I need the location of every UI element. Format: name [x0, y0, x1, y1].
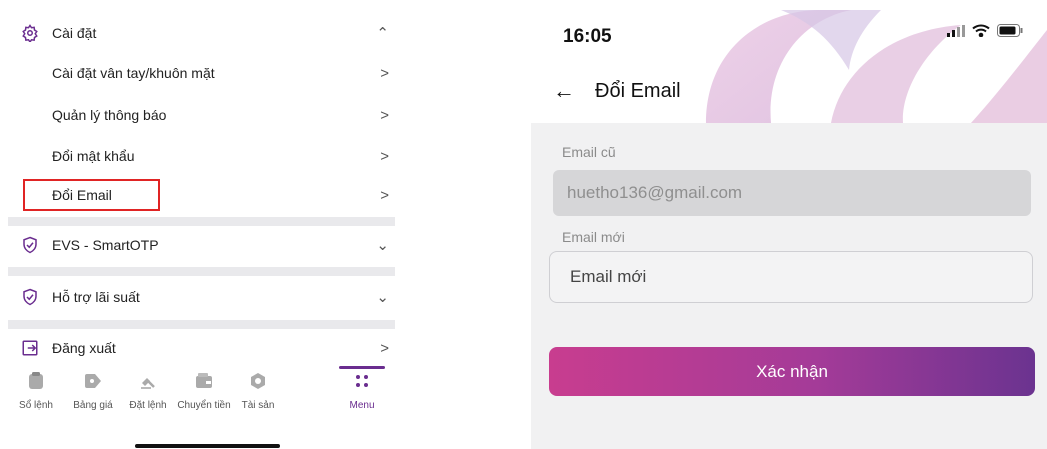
change-email-screen: 16:05 ← Đổi Email Email cũ huetho136@gma… [531, 10, 1047, 449]
menu-item-label: Quản lý thông báo [52, 107, 167, 123]
chevron-right-icon: > [380, 106, 389, 124]
support-section-label: Hỗ trợ lãi suất [52, 289, 140, 305]
menu-item-label: Cài đặt vân tay/khuôn mặt [52, 65, 215, 81]
wallet-icon [174, 370, 234, 392]
nav-tab-label: Menu [349, 400, 375, 411]
nav-tab-label: Chuyển tiền [177, 400, 231, 411]
nav-tab-order-book[interactable]: Sổ lệnh [6, 370, 66, 411]
settings-section-header[interactable]: Cài đặt ⌃ [8, 20, 395, 46]
back-arrow-icon[interactable]: ← [553, 78, 575, 104]
nav-tab-label: Tài sản [241, 400, 275, 411]
menu-item-label: Đổi mật khẩu [52, 148, 135, 164]
settings-section-label: Cài đặt [52, 25, 97, 41]
clipboard-icon [6, 370, 66, 392]
logout-item[interactable]: Đăng xuất > [8, 335, 395, 361]
new-email-input[interactable] [549, 251, 1033, 303]
confirm-button[interactable]: Xác nhận [549, 347, 1035, 396]
price-tag-icon [63, 370, 123, 392]
home-indicator [135, 444, 280, 448]
evs-smartotp-section[interactable]: EVS - SmartOTP ⌄ [8, 232, 395, 258]
wifi-icon [972, 24, 990, 42]
shield-check-icon [20, 235, 40, 255]
menu-dots-icon [332, 370, 392, 392]
nav-tab-place-order[interactable]: Đặt lệnh [118, 370, 178, 411]
chevron-right-icon: > [380, 339, 389, 357]
status-time: 16:05 [563, 26, 612, 47]
section-divider [8, 217, 395, 226]
menu-item-notifications[interactable]: Quản lý thông báo > [8, 102, 395, 128]
nav-tab-label: Bảng giá [73, 400, 113, 411]
settings-menu-panel: Cài đặt ⌃ Cài đặt vân tay/khuôn mặt > Qu… [0, 0, 400, 449]
nav-tab-label: Đặt lệnh [129, 400, 167, 411]
nav-tab-price-board[interactable]: Bảng giá [63, 370, 123, 411]
nav-bar: ← Đổi Email [553, 78, 681, 104]
old-email-field: huetho136@gmail.com [553, 170, 1031, 216]
battery-icon [997, 24, 1023, 42]
section-divider [8, 267, 395, 276]
new-email-label: Email mới [562, 229, 625, 245]
chevron-down-icon: ⌄ [376, 289, 389, 306]
logout-icon [20, 338, 40, 358]
hammer-icon [118, 370, 178, 392]
evs-section-label: EVS - SmartOTP [52, 237, 159, 253]
nav-tab-menu[interactable]: Menu [332, 370, 392, 411]
shield-check-icon [20, 287, 40, 307]
old-email-label: Email cũ [562, 144, 616, 160]
section-divider [8, 320, 395, 329]
active-tab-indicator [339, 366, 385, 369]
highlight-box [23, 179, 160, 211]
chevron-up-icon: ⌃ [376, 25, 389, 42]
screen-header: 16:05 ← Đổi Email [531, 10, 1047, 123]
bottom-nav: Sổ lệnh Bảng giá Đặt lệnh Chuyển tiền Tà [8, 364, 395, 449]
nav-tab-label: Sổ lệnh [19, 400, 53, 411]
nav-tab-transfer[interactable]: Chuyển tiền [174, 370, 234, 411]
chevron-right-icon: > [380, 186, 389, 204]
logout-label: Đăng xuất [52, 340, 116, 356]
chevron-down-icon: ⌄ [376, 237, 389, 254]
interest-support-section[interactable]: Hỗ trợ lãi suất ⌄ [8, 284, 395, 310]
chevron-right-icon: > [380, 64, 389, 82]
asset-icon [228, 370, 288, 392]
signal-icon [947, 24, 965, 42]
gear-icon [20, 23, 40, 43]
nav-tab-assets[interactable]: Tài sản [228, 370, 288, 411]
chevron-right-icon: > [380, 147, 389, 165]
status-icons [947, 24, 1023, 42]
old-email-value: huetho136@gmail.com [567, 183, 743, 202]
page-title: Đổi Email [595, 79, 681, 102]
menu-item-change-password[interactable]: Đổi mật khẩu > [8, 143, 395, 169]
menu-item-biometric[interactable]: Cài đặt vân tay/khuôn mặt > [8, 60, 395, 86]
